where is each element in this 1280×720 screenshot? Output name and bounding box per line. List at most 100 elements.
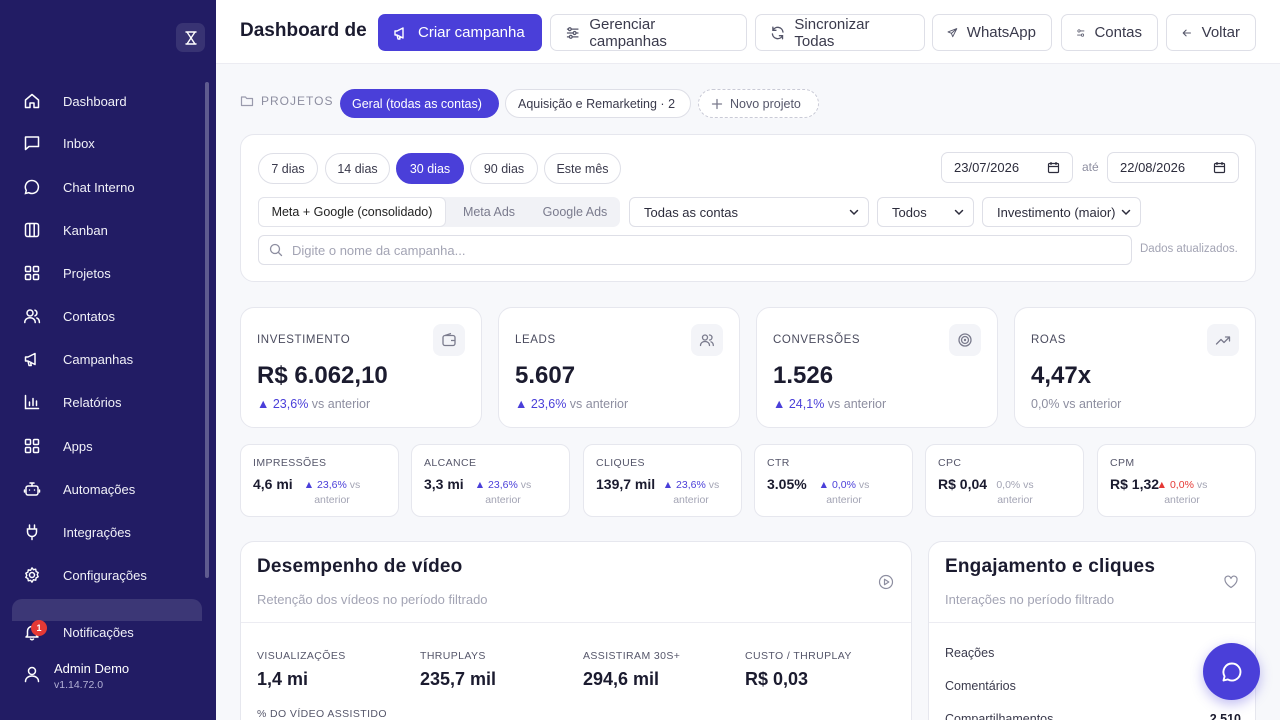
account-select[interactable]: Todas as contas	[629, 197, 869, 227]
period-7-dias[interactable]: 7 dias	[258, 153, 318, 184]
sidebar-item-kanban[interactable]: Kanban	[12, 213, 202, 247]
back-button[interactable]: Voltar	[1166, 14, 1256, 51]
notification-badge: 1	[31, 620, 47, 636]
campaign-search-input[interactable]: Digite o nome da campanha...	[258, 235, 1132, 265]
period-90-dias[interactable]: 90 dias	[470, 153, 538, 184]
sidebar-item-campanhas[interactable]: Campanhas	[12, 342, 202, 376]
app-version: v1.14.72.0	[54, 679, 104, 691]
sidebar-item-label: Configurações	[63, 567, 147, 583]
sidebar-item-dashboard[interactable]: Dashboard	[12, 84, 202, 118]
metric-card-cpm: CPM R$ 1,32 ▲ 0,0% vs anterior	[1097, 444, 1256, 517]
kpi-value: 5.607	[515, 362, 576, 389]
bot-icon	[22, 479, 42, 499]
status-select-value: Todos	[892, 204, 927, 220]
period-30-dias[interactable]: 30 dias	[396, 153, 464, 184]
kpi-delta: 0,0% vs anterior	[1031, 397, 1121, 411]
sidebar-item-label: Automações	[63, 481, 136, 497]
sidebar-item-apps[interactable]: Apps	[12, 429, 202, 463]
sidebar-scrollbar[interactable]	[205, 82, 209, 578]
sidebar-item-contatos[interactable]: Contatos	[12, 299, 202, 333]
projects-label: PROJETOS	[240, 94, 333, 108]
metric-delta-value: 23,6%	[317, 479, 347, 491]
period-label: 14 dias	[337, 161, 378, 176]
chat-bubble-icon	[1221, 662, 1241, 681]
kpi-label: CONVERSÕES	[773, 334, 861, 346]
date-from-value: 23/07/2026	[954, 160, 1020, 175]
metric-card-impressoes: IMPRESSÕES 4,6 mi ▲ 23,6% vs anterior	[240, 444, 399, 517]
page-title: Dashboard de Campanhas	[240, 20, 368, 41]
stat-value: 235,7 mil	[420, 669, 497, 689]
kpi-delta-suffix: vs anterior	[827, 397, 887, 411]
manage-campaigns-button[interactable]: Gerenciar campanhas	[550, 14, 747, 51]
search-icon	[269, 243, 283, 257]
users-icon	[691, 324, 723, 356]
sidebar-item-automacoes[interactable]: Automações	[12, 472, 202, 506]
grid-icon	[22, 263, 42, 283]
sidebar: Dashboard Inbox Chat Interno Kanban Proj…	[0, 0, 216, 720]
status-select[interactable]: Todos	[877, 197, 974, 227]
sort-select-value: Investimento (maior)	[997, 204, 1116, 220]
whatsapp-label: WhatsApp	[966, 24, 1036, 41]
sidebar-item-label: Chat Interno	[63, 179, 135, 195]
sort-select[interactable]: Investimento (maior)	[982, 197, 1141, 227]
sidebar-item-integracoes[interactable]: Integrações	[12, 515, 202, 549]
kanban-icon	[22, 220, 42, 240]
sidebar-item-chat-interno[interactable]: Chat Interno	[12, 170, 202, 204]
engagement-panel: Engajamento e cliques Interações no perí…	[928, 541, 1256, 720]
metric-card-ctr: CTR 3.05% ▲ 0,0% vs anterior	[754, 444, 913, 517]
user-profile[interactable]: Admin Demo v1.14.72.0	[22, 661, 129, 691]
engagement-row: Reações28	[945, 646, 1241, 660]
period-este-mes[interactable]: Este mês	[544, 153, 621, 184]
chat-support-button[interactable]	[1203, 643, 1260, 700]
metric-label: IMPRESSÕES	[253, 457, 327, 469]
project-pill-geral[interactable]: Geral (todas as contas)	[340, 89, 499, 118]
whatsapp-button[interactable]: WhatsApp	[932, 14, 1052, 51]
create-campaign-button[interactable]: Criar campanha	[378, 14, 542, 51]
kpi-delta-value: 23,6%	[530, 397, 567, 411]
sidebar-item-projetos[interactable]: Projetos	[12, 256, 202, 290]
date-from-input[interactable]: 23/07/2026	[941, 152, 1073, 183]
metric-card-cpc: CPC R$ 0,04 0,0% vs anterior	[925, 444, 1084, 517]
kpi-card-investimento: INVESTIMENTO R$ 6.062,10 ▲ 23,6% vs ante…	[240, 307, 482, 428]
metric-label: CPM	[1110, 457, 1135, 469]
apps-icon	[22, 436, 42, 456]
period-label: Este mês	[556, 161, 609, 176]
back-label: Voltar	[1201, 24, 1240, 41]
source-consolidado[interactable]: Meta + Google (consolidado)	[258, 197, 446, 227]
video-stat-watched-30s: ASSISTIRAM 30S+ 294,6 mil	[583, 650, 680, 690]
top-header: Dashboard de Campanhas Criar campanha Ge…	[216, 0, 1280, 64]
create-campaign-label: Criar campanha	[418, 24, 525, 41]
wallet-icon	[433, 324, 465, 356]
sidebar-item-inbox[interactable]: Inbox	[12, 126, 202, 160]
sync-all-button[interactable]: Sincronizar Todas	[755, 14, 925, 51]
sidebar-item-label: Campanhas	[63, 351, 134, 367]
metric-value: 4,6 mi	[253, 476, 293, 492]
plug-icon	[22, 522, 42, 542]
metric-card-alcance: ALCANCE 3,3 mi ▲ 23,6% vs anterior	[411, 444, 570, 517]
period-label: 7 dias	[271, 161, 305, 176]
new-project-button[interactable]: Novo projeto	[698, 89, 819, 118]
project-pill-aquisicao[interactable]: Aquisição e Remarketing · 2	[505, 89, 691, 118]
metric-delta-suffix: vs	[349, 479, 361, 491]
search-placeholder: Digite o nome da campanha...	[292, 242, 466, 258]
date-to-input[interactable]: 22/08/2026	[1107, 152, 1239, 183]
source-google-ads[interactable]: Google Ads	[532, 197, 618, 227]
sidebar-item-configuracoes[interactable]: Configurações	[12, 558, 202, 592]
panel-divider	[241, 622, 911, 623]
sidebar-item-notificacoes[interactable]: 1 Notificações	[12, 615, 202, 649]
sidebar-item-relatorios[interactable]: Relatórios	[12, 385, 202, 419]
kpi-delta-suffix: vs anterior	[569, 397, 629, 411]
accounts-button[interactable]: Contas	[1061, 14, 1158, 51]
kpi-value: 1.526	[773, 362, 834, 389]
sidebar-collapse-button[interactable]	[176, 23, 205, 52]
source-meta-ads[interactable]: Meta Ads	[448, 197, 530, 227]
metric-delta: 0,0% vs anterior	[980, 478, 1050, 508]
settings-sliders-icon	[1077, 28, 1085, 37]
metric-delta-suffix: anterior	[314, 494, 350, 506]
video-stat-views: VISUALIZAÇÕES 1,4 mi	[257, 650, 346, 690]
metric-value: 3.05%	[767, 476, 807, 492]
chevron-down-icon	[954, 209, 964, 216]
stat-label: CUSTO / THRUPLAY	[745, 650, 852, 662]
period-14-dias[interactable]: 14 dias	[325, 153, 390, 184]
period-label: 90 dias	[483, 161, 525, 176]
